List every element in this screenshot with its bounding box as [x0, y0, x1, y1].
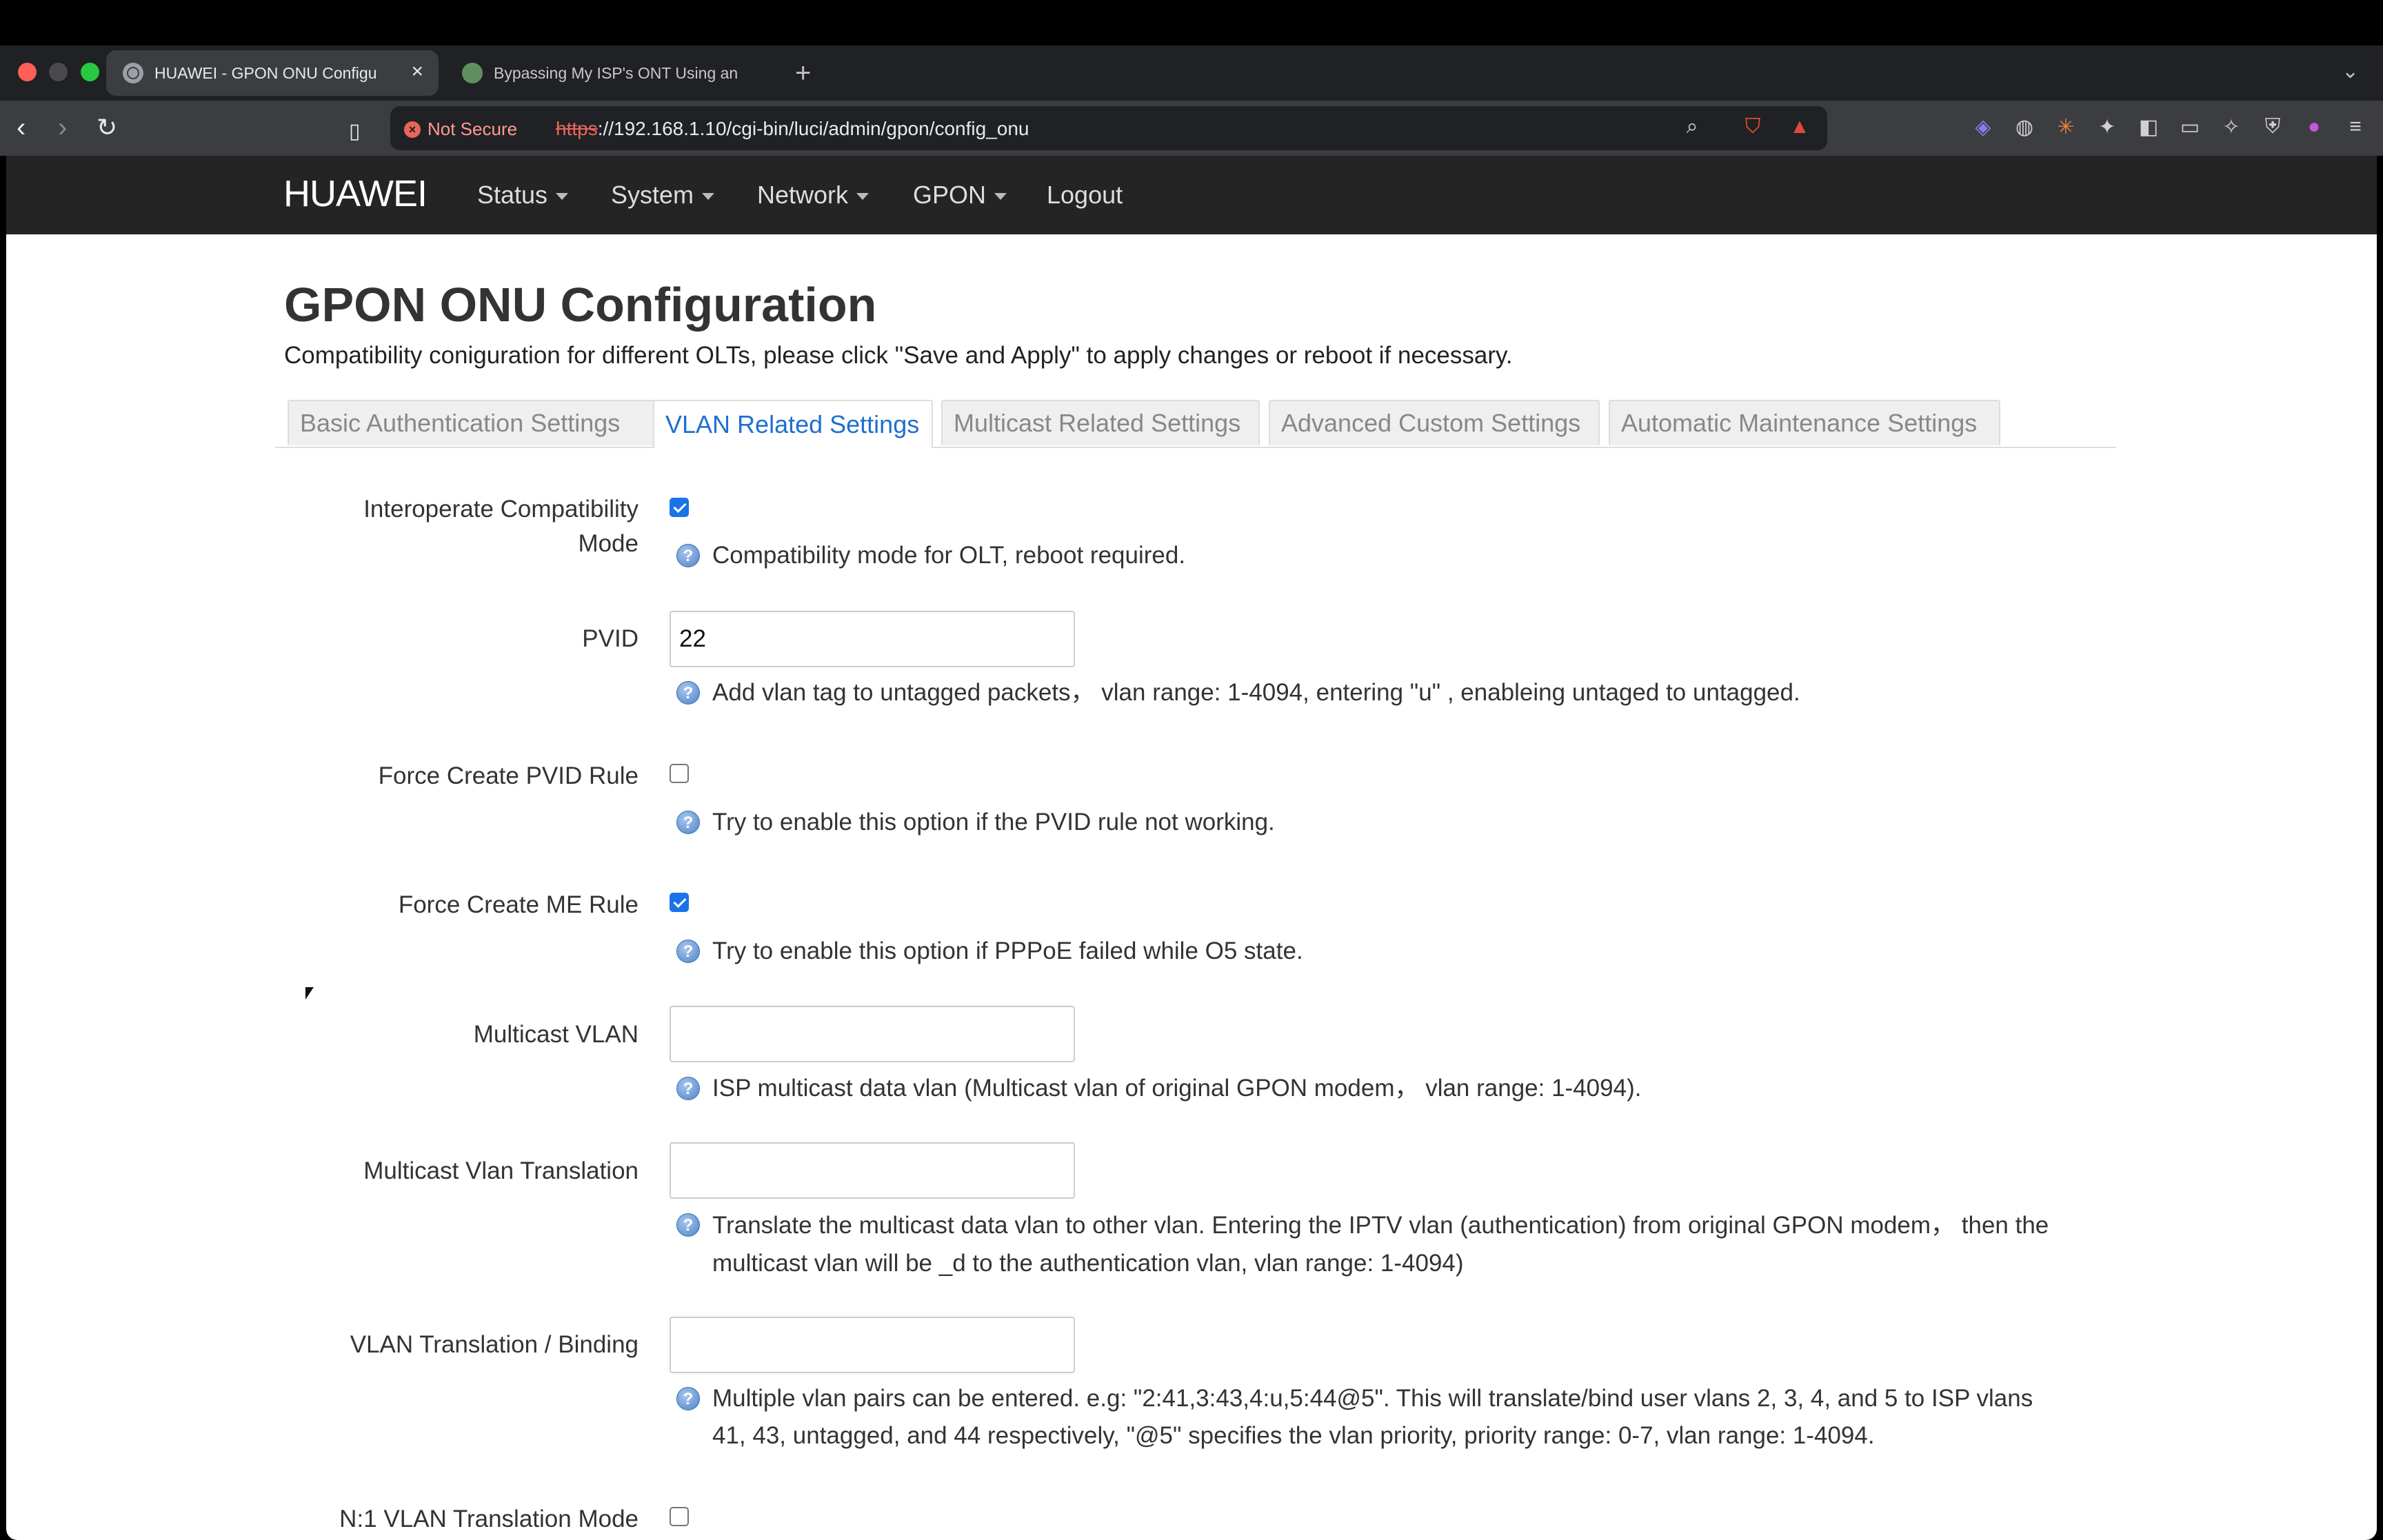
page-description: Compatibility coniguration for different…	[284, 342, 1513, 369]
caret-down-icon	[994, 193, 1007, 200]
bookmark-icon[interactable]: ▯	[349, 114, 361, 149]
menu-network[interactable]: Network	[757, 181, 869, 210]
menu-label: Network	[757, 181, 849, 209]
caret-down-icon	[856, 193, 869, 200]
n1-mode-label: N:1 VLAN Translation Mode	[339, 1506, 639, 1532]
pvid-input[interactable]: 22	[670, 611, 1075, 667]
interop-label: Interoperate Compatibility Mode	[280, 492, 639, 561]
url-text[interactable]: https://192.168.1.10/cgi-bin/luci/admin/…	[556, 118, 1029, 140]
label-line: Mode	[578, 530, 639, 557]
window-top-bar	[0, 0, 2383, 45]
tab-advanced-custom[interactable]: Advanced Custom Settings	[1269, 400, 1600, 445]
close-tab-icon[interactable]: ×	[411, 60, 423, 83]
pvid-help: Add vlan tag to untagged packets， vlan r…	[712, 679, 1800, 706]
tab-title: HUAWEI - GPON ONU Configu	[154, 63, 377, 82]
menu-label: Logout	[1047, 181, 1123, 209]
url-scheme: https	[556, 118, 598, 139]
menu-label: System	[611, 181, 694, 209]
close-window-button[interactable]	[18, 63, 37, 81]
mouse-cursor	[305, 987, 314, 1000]
vlan-binding-label: VLAN Translation / Binding	[350, 1331, 639, 1358]
tab-title: Bypassing My ISP's ONT Using an	[494, 63, 738, 82]
menu-status[interactable]: Status	[477, 181, 569, 210]
maximize-window-button[interactable]	[81, 63, 99, 81]
zoom-icon[interactable]: ⌕	[1680, 114, 1705, 139]
new-tab-button[interactable]: +	[795, 58, 811, 88]
help-icon: ?	[676, 1213, 700, 1237]
tab-multicast-related[interactable]: Multicast Related Settings	[941, 400, 1260, 445]
n1-mode-checkbox[interactable]	[670, 1507, 689, 1526]
help-icon: ?	[676, 811, 700, 834]
caret-down-icon	[556, 193, 569, 200]
help-icon: ?	[676, 1387, 700, 1410]
leo-icon[interactable]: ✧	[2219, 114, 2244, 139]
multicast-vlan-label: Multicast VLAN	[473, 1021, 639, 1048]
brand-logo[interactable]: HUAWEI	[283, 172, 428, 215]
multicast-vlan-help: ISP multicast data vlan (Multicast vlan …	[712, 1075, 1642, 1102]
menu-label: GPON	[913, 181, 987, 209]
menu-label: Status	[477, 181, 548, 209]
multicast-translation-input[interactable]	[670, 1142, 1075, 1199]
tab-vlan-related[interactable]: VLAN Related Settings	[653, 400, 933, 448]
label-line: Interoperate Compatibility	[363, 496, 639, 523]
sidebar-icon[interactable]: ◧	[2136, 114, 2161, 139]
forward-icon[interactable]: ›	[58, 110, 67, 145]
interop-checkbox[interactable]	[670, 498, 689, 517]
warning-icon: ×	[404, 121, 421, 138]
menu-icon[interactable]: ≡	[2343, 114, 2368, 139]
menu-system[interactable]: System	[611, 181, 715, 210]
caret-down-icon	[702, 193, 715, 200]
globe-icon	[462, 63, 483, 83]
vpn-icon[interactable]: ⛨	[2260, 114, 2285, 139]
force-me-checkbox[interactable]	[670, 893, 689, 912]
force-pvid-help: Try to enable this option if the PVID ru…	[712, 809, 1275, 835]
interop-help: Compatibility mode for OLT, reboot requi…	[712, 542, 1186, 569]
wallet-icon[interactable]: ▭	[2178, 114, 2202, 139]
multicast-translation-help: Translate the multicast data vlan to oth…	[712, 1206, 2049, 1282]
browser-tab-active[interactable]: HUAWEI - GPON ONU Configu ×	[106, 50, 439, 96]
page-title: GPON ONU Configuration	[284, 278, 877, 332]
globe-icon	[123, 63, 143, 83]
force-pvid-label: Force Create PVID Rule	[378, 762, 639, 789]
sparkle-icon[interactable]: ✳	[2053, 114, 2078, 139]
top-navbar: HUAWEI Status System Network GPON Logout	[6, 156, 2377, 234]
tab-automatic-maintenance[interactable]: Automatic Maintenance Settings	[1609, 400, 2000, 445]
web-page: HUAWEI Status System Network GPON Logout…	[6, 156, 2377, 1540]
force-pvid-checkbox[interactable]	[670, 764, 689, 783]
force-me-help: Try to enable this option if PPPoE faile…	[712, 938, 1303, 964]
multicast-vlan-input[interactable]	[670, 1006, 1075, 1062]
puzzle-icon[interactable]: ✦	[2095, 114, 2120, 139]
help-line: 41, 43, untagged, and 44 respectively, "…	[712, 1422, 1875, 1449]
profile-icon[interactable]: ●	[2302, 114, 2326, 139]
minimize-window-button[interactable]	[49, 63, 68, 81]
globe-icon[interactable]: ◍	[2012, 114, 2037, 139]
logout-link[interactable]: Logout	[1047, 181, 1123, 210]
browser-tab[interactable]: Bypassing My ISP's ONT Using an	[445, 50, 783, 96]
vlan-binding-help: Multiple vlan pairs can be entered. e.g:…	[712, 1380, 2033, 1455]
settings-tabs: Basic Authentication Settings VLAN Relat…	[275, 397, 2116, 448]
tab-basic-authentication[interactable]: Basic Authentication Settings	[288, 400, 654, 445]
reload-icon[interactable]: ↻	[97, 110, 117, 145]
force-me-label: Force Create ME Rule	[398, 891, 639, 918]
menu-gpon[interactable]: GPON	[913, 181, 1007, 210]
url-path: ://192.168.1.10/cgi-bin/luci/admin/gpon/…	[597, 118, 1029, 139]
security-label: Not Secure	[428, 119, 518, 139]
chevron-down-icon[interactable]: ⌄	[2342, 59, 2359, 83]
extension-icon-1[interactable]: ◈	[1971, 114, 1995, 139]
help-icon: ?	[676, 1077, 700, 1100]
brave-shield-icon[interactable]: ⛉	[1740, 114, 1765, 139]
help-icon: ?	[676, 544, 700, 567]
brave-rewards-icon[interactable]: ▲	[1787, 114, 1812, 139]
help-icon: ?	[676, 681, 700, 705]
help-line: Multiple vlan pairs can be entered. e.g:…	[712, 1385, 2033, 1412]
back-icon[interactable]: ‹	[17, 110, 26, 145]
help-icon: ?	[676, 940, 700, 963]
help-line: Translate the multicast data vlan to oth…	[712, 1212, 2049, 1239]
help-line: multicast vlan will be _d to the authent…	[712, 1250, 1464, 1277]
pvid-label: PVID	[582, 625, 639, 652]
security-indicator[interactable]: × Not Secure	[404, 119, 517, 140]
multicast-translation-label: Multicast Vlan Translation	[363, 1157, 639, 1184]
vlan-binding-input[interactable]	[670, 1317, 1075, 1373]
